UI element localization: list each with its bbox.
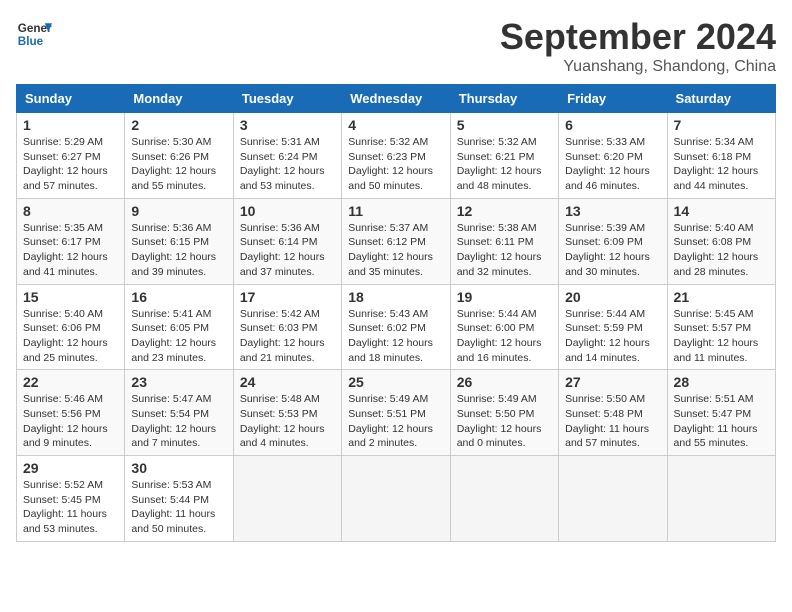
table-row: 2Sunrise: 5:30 AMSunset: 6:26 PMDaylight… [125,113,233,199]
table-row: 28Sunrise: 5:51 AMSunset: 5:47 PMDayligh… [667,370,775,456]
table-row: 21Sunrise: 5:45 AMSunset: 5:57 PMDayligh… [667,284,775,370]
col-saturday: Saturday [667,85,775,113]
table-row: 11Sunrise: 5:37 AMSunset: 6:12 PMDayligh… [342,198,450,284]
table-row: 1Sunrise: 5:29 AMSunset: 6:27 PMDaylight… [17,113,125,199]
table-row: 14Sunrise: 5:40 AMSunset: 6:08 PMDayligh… [667,198,775,284]
table-row: 13Sunrise: 5:39 AMSunset: 6:09 PMDayligh… [559,198,667,284]
table-row: 12Sunrise: 5:38 AMSunset: 6:11 PMDayligh… [450,198,558,284]
table-row: 26Sunrise: 5:49 AMSunset: 5:50 PMDayligh… [450,370,558,456]
table-row [450,456,558,542]
table-row: 8Sunrise: 5:35 AMSunset: 6:17 PMDaylight… [17,198,125,284]
table-row: 17Sunrise: 5:42 AMSunset: 6:03 PMDayligh… [233,284,341,370]
calendar-week-2: 8Sunrise: 5:35 AMSunset: 6:17 PMDaylight… [17,198,776,284]
calendar-week-1: 1Sunrise: 5:29 AMSunset: 6:27 PMDaylight… [17,113,776,199]
table-row: 6Sunrise: 5:33 AMSunset: 6:20 PMDaylight… [559,113,667,199]
table-row: 3Sunrise: 5:31 AMSunset: 6:24 PMDaylight… [233,113,341,199]
table-row [667,456,775,542]
table-row: 23Sunrise: 5:47 AMSunset: 5:54 PMDayligh… [125,370,233,456]
col-thursday: Thursday [450,85,558,113]
table-row: 18Sunrise: 5:43 AMSunset: 6:02 PMDayligh… [342,284,450,370]
svg-text:Blue: Blue [18,35,44,48]
table-row: 5Sunrise: 5:32 AMSunset: 6:21 PMDaylight… [450,113,558,199]
table-row [559,456,667,542]
table-row: 24Sunrise: 5:48 AMSunset: 5:53 PMDayligh… [233,370,341,456]
table-row: 25Sunrise: 5:49 AMSunset: 5:51 PMDayligh… [342,370,450,456]
table-row: 15Sunrise: 5:40 AMSunset: 6:06 PMDayligh… [17,284,125,370]
table-row: 27Sunrise: 5:50 AMSunset: 5:48 PMDayligh… [559,370,667,456]
table-row: 7Sunrise: 5:34 AMSunset: 6:18 PMDaylight… [667,113,775,199]
title-block: September 2024 Yuanshang, Shandong, Chin… [500,16,776,76]
calendar-week-4: 22Sunrise: 5:46 AMSunset: 5:56 PMDayligh… [17,370,776,456]
location-subtitle: Yuanshang, Shandong, China [500,58,776,76]
table-row: 10Sunrise: 5:36 AMSunset: 6:14 PMDayligh… [233,198,341,284]
table-row: 19Sunrise: 5:44 AMSunset: 6:00 PMDayligh… [450,284,558,370]
logo-icon: General Blue [16,16,52,52]
col-tuesday: Tuesday [233,85,341,113]
table-row: 16Sunrise: 5:41 AMSunset: 6:05 PMDayligh… [125,284,233,370]
calendar-table: Sunday Monday Tuesday Wednesday Thursday… [16,84,776,542]
table-row: 22Sunrise: 5:46 AMSunset: 5:56 PMDayligh… [17,370,125,456]
table-row: 9Sunrise: 5:36 AMSunset: 6:15 PMDaylight… [125,198,233,284]
col-wednesday: Wednesday [342,85,450,113]
table-row: 29Sunrise: 5:52 AMSunset: 5:45 PMDayligh… [17,456,125,542]
month-title: September 2024 [500,16,776,58]
calendar-week-3: 15Sunrise: 5:40 AMSunset: 6:06 PMDayligh… [17,284,776,370]
calendar-header-row: Sunday Monday Tuesday Wednesday Thursday… [17,85,776,113]
col-sunday: Sunday [17,85,125,113]
page-header: General Blue September 2024 Yuanshang, S… [16,16,776,76]
table-row [342,456,450,542]
table-row: 4Sunrise: 5:32 AMSunset: 6:23 PMDaylight… [342,113,450,199]
logo: General Blue [16,16,52,52]
col-monday: Monday [125,85,233,113]
calendar-week-5: 29Sunrise: 5:52 AMSunset: 5:45 PMDayligh… [17,456,776,542]
table-row: 20Sunrise: 5:44 AMSunset: 5:59 PMDayligh… [559,284,667,370]
table-row [233,456,341,542]
table-row: 30Sunrise: 5:53 AMSunset: 5:44 PMDayligh… [125,456,233,542]
col-friday: Friday [559,85,667,113]
